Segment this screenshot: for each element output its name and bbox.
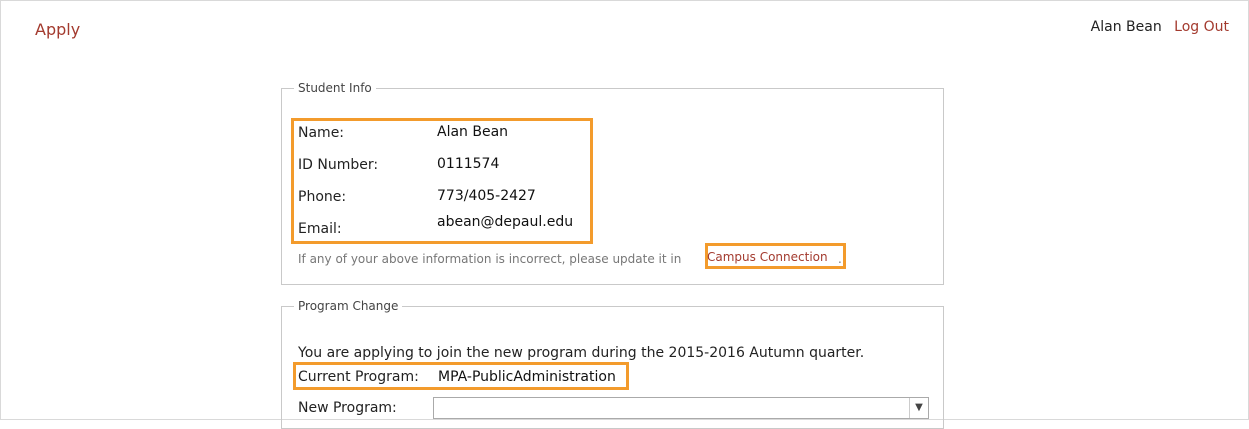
student-info-legend: Student Info — [298, 81, 372, 95]
email-value: abean@depaul.edu — [437, 214, 574, 230]
phone-value: 773/405-2427 — [437, 188, 536, 204]
program-change-legend: Program Change — [298, 299, 399, 313]
info-note: If any of your above information is inco… — [298, 252, 682, 266]
program-intro: You are applying to join the new program… — [298, 345, 865, 361]
logout-link[interactable]: Log Out — [1174, 19, 1229, 35]
email-label: Email: — [298, 221, 342, 237]
id-value: 0111574 — [437, 156, 500, 172]
name-value: Alan Bean — [437, 124, 509, 140]
chevron-down-icon[interactable]: ▼ — [909, 398, 928, 418]
apply-link[interactable]: Apply — [35, 20, 80, 39]
current-program-label: Current Program: — [298, 369, 419, 385]
campus-connection-link[interactable]: Campus Connection — [707, 250, 828, 264]
user-area: Alan Bean Log Out — [1091, 19, 1229, 35]
user-name: Alan Bean — [1090, 19, 1162, 35]
name-label: Name: — [298, 125, 345, 141]
phone-label: Phone: — [298, 189, 347, 205]
new-program-label: New Program: — [298, 400, 397, 416]
new-program-select[interactable]: ▼ — [433, 397, 929, 419]
id-label: ID Number: — [298, 157, 379, 173]
note-period: . — [838, 252, 842, 266]
current-program-value: MPA-PublicAdministration — [438, 369, 616, 385]
